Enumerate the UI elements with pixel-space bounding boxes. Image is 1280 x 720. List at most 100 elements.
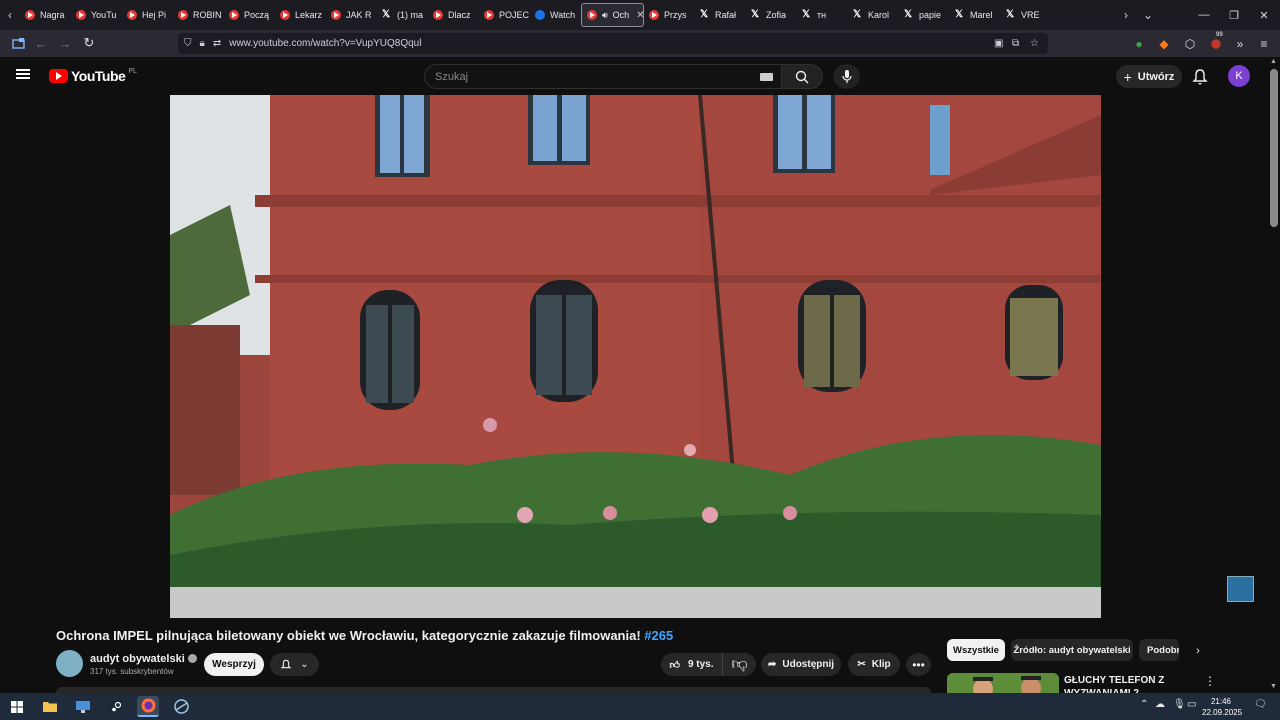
support-button[interactable]: Wesprzyj xyxy=(204,653,264,676)
chips-next-icon[interactable]: › xyxy=(1190,643,1206,659)
tab-scroll-left-icon[interactable]: ‹ xyxy=(0,0,20,30)
channel-name-text[interactable]: audyt obywatelski xyxy=(90,653,185,665)
firefox-icon[interactable] xyxy=(137,696,159,717)
browser-tab[interactable]: Lekarz xyxy=(275,3,326,27)
youtube-header: YouTube PL + Utwórz K xyxy=(0,57,1268,95)
browser-tab[interactable]: Zofia xyxy=(746,3,797,27)
close-window-button[interactable]: ✕ xyxy=(1248,0,1280,30)
url-text[interactable]: www.youtube.com/watch?v=VupYUQ8Qqul xyxy=(229,38,421,49)
channel-watermark[interactable] xyxy=(1227,576,1254,602)
windows-start-icon[interactable] xyxy=(6,696,28,717)
extensions-puzzle-icon[interactable]: ⬡ xyxy=(1178,30,1202,57)
volume-icon[interactable]: 🗨︎ xyxy=(1254,699,1267,710)
ublock-icon[interactable]: ⬢ 99 xyxy=(1204,30,1228,57)
scroll-up-icon[interactable]: ▲ xyxy=(1270,58,1277,65)
channel-avatar[interactable] xyxy=(56,650,83,677)
browser-tab[interactable]: Watch xyxy=(530,3,581,27)
taskbar-clock[interactable]: 21:46 22.09.2025 xyxy=(1202,696,1242,718)
watch-site-icon xyxy=(535,10,545,20)
browser-tab[interactable]: POJEC xyxy=(479,3,530,27)
tab-close-icon[interactable]: ✕ xyxy=(636,10,643,21)
bookmark-star-icon[interactable]: ☆ xyxy=(1030,38,1039,49)
microphone-tray-icon[interactable]: 🎙︎ xyxy=(1173,699,1186,710)
browser-tab[interactable]: Nagra xyxy=(20,3,71,27)
search-box[interactable] xyxy=(424,64,782,89)
network-icon[interactable]: ▭ xyxy=(1187,699,1196,710)
more-actions-button[interactable]: ••• xyxy=(906,653,931,676)
account-avatar[interactable]: K xyxy=(1228,65,1250,87)
keyboard-icon[interactable] xyxy=(760,73,773,81)
browser-tab[interactable]: VRE xyxy=(1001,3,1052,27)
browser-tab[interactable]: Przys xyxy=(644,3,695,27)
speaker-icon[interactable]: 🔊︎ xyxy=(602,10,608,21)
browser-tab[interactable]: Marel xyxy=(950,3,1001,27)
video-player[interactable] xyxy=(170,95,1101,618)
browser-tab[interactable]: Karol xyxy=(848,3,899,27)
app-icon[interactable] xyxy=(170,696,192,717)
notifications-bell-icon[interactable] xyxy=(1191,68,1209,86)
restore-button[interactable]: ❐ xyxy=(1218,0,1250,30)
channel-name[interactable]: audyt obywatelski xyxy=(90,653,197,665)
browser-tab[interactable]: papie xyxy=(899,3,950,27)
browser-tab[interactable]: YouTu xyxy=(71,3,122,27)
sidebar-toggle-icon[interactable] xyxy=(6,31,30,55)
browser-tab[interactable]: (1) ma xyxy=(377,3,428,27)
recommendation-menu-icon[interactable]: ⋮ xyxy=(1204,674,1216,688)
tab-scroll-right-icon[interactable]: › xyxy=(1116,0,1136,30)
scrollbar-thumb[interactable] xyxy=(1270,69,1278,227)
chip-source[interactable]: Źródło: audyt obywatelski xyxy=(1011,639,1133,661)
browser-tab[interactable]: Począ xyxy=(224,3,275,27)
subscription-bell-button[interactable]: ⌄ xyxy=(270,653,319,676)
file-explorer-icon[interactable] xyxy=(39,696,61,717)
video-hashtag[interactable]: #265 xyxy=(644,628,673,643)
like-button[interactable]: 👍︎ 9 tys. xyxy=(661,653,723,676)
browser-tab[interactable]: ROBIN xyxy=(173,3,224,27)
back-button[interactable]: ← xyxy=(29,31,53,55)
thumbs-up-icon: 👍︎ xyxy=(669,659,680,671)
reload-button[interactable]: ↻ xyxy=(77,31,101,55)
tab-list-dropdown-icon[interactable]: ⌄ xyxy=(1138,0,1158,30)
tab-label: (1) ma xyxy=(397,10,424,20)
tab-label: Karol xyxy=(868,10,890,20)
lock-icon[interactable]: 🔒︎ xyxy=(200,38,205,49)
guide-menu-icon[interactable] xyxy=(16,69,30,79)
extension-fox-icon[interactable]: ◆ xyxy=(1152,30,1176,57)
steam-icon[interactable] xyxy=(105,696,127,717)
reader-view-icon[interactable]: ▣ xyxy=(994,38,1003,49)
shield-icon[interactable]: ⛉ xyxy=(184,38,192,49)
forward-button[interactable]: → xyxy=(53,31,77,55)
like-dislike-group: 👍︎ 9 tys. 👎︎ xyxy=(661,653,756,676)
clip-button[interactable]: ✂ Klip xyxy=(848,653,900,676)
recommendation-thumbnail[interactable] xyxy=(947,673,1059,693)
minimize-button[interactable]: — xyxy=(1188,0,1220,30)
tray-chevron-icon[interactable]: ⌃ xyxy=(1140,699,1148,710)
youtube-favicon-icon xyxy=(76,10,86,20)
url-bar[interactable]: ⛉ 🔒︎ ⇄ www.youtube.com/watch?v=VupYUQ8Qq… xyxy=(178,33,1048,54)
browser-tab[interactable]: Dlacz xyxy=(428,3,479,27)
browser-tab[interactable]: тн xyxy=(797,3,848,27)
chip-all[interactable]: Wszystkie xyxy=(947,639,1005,661)
scroll-down-icon[interactable]: ▼ xyxy=(1270,683,1277,690)
search-input[interactable] xyxy=(435,70,735,83)
browser-tab[interactable]: 🔊︎ Och ✕ xyxy=(581,3,644,27)
browser-tab[interactable]: Hej Pi xyxy=(122,3,173,27)
browser-tab[interactable]: JAK R xyxy=(326,3,377,27)
youtube-logo[interactable]: YouTube PL xyxy=(49,68,137,84)
subscriber-count: 317 tys. subskrybentów xyxy=(90,667,174,676)
voice-search-button[interactable] xyxy=(833,64,860,89)
page-scrollbar[interactable]: ▲ ▼ xyxy=(1268,57,1280,693)
app-menu-icon[interactable]: ≡ xyxy=(1252,30,1276,57)
youtube-logo-text: YouTube xyxy=(71,68,126,84)
picture-in-picture-icon[interactable]: ⧉ xyxy=(1012,38,1019,49)
search-button[interactable] xyxy=(781,64,823,89)
share-button[interactable]: ➦ Udostępnij xyxy=(761,653,841,676)
permissions-icon[interactable]: ⇄ xyxy=(213,38,221,49)
chip-similar[interactable]: Podobne xyxy=(1139,639,1179,661)
onedrive-icon[interactable]: ☁ xyxy=(1155,699,1165,710)
browser-tab[interactable]: Rafał xyxy=(695,3,746,27)
extension-shield-icon[interactable]: ● xyxy=(1127,30,1151,57)
create-button[interactable]: + Utwórz xyxy=(1116,65,1182,88)
remote-desktop-icon[interactable] xyxy=(72,696,94,717)
dislike-button[interactable]: 👎︎ xyxy=(723,653,756,676)
overflow-chevron-icon[interactable]: » xyxy=(1228,30,1252,57)
